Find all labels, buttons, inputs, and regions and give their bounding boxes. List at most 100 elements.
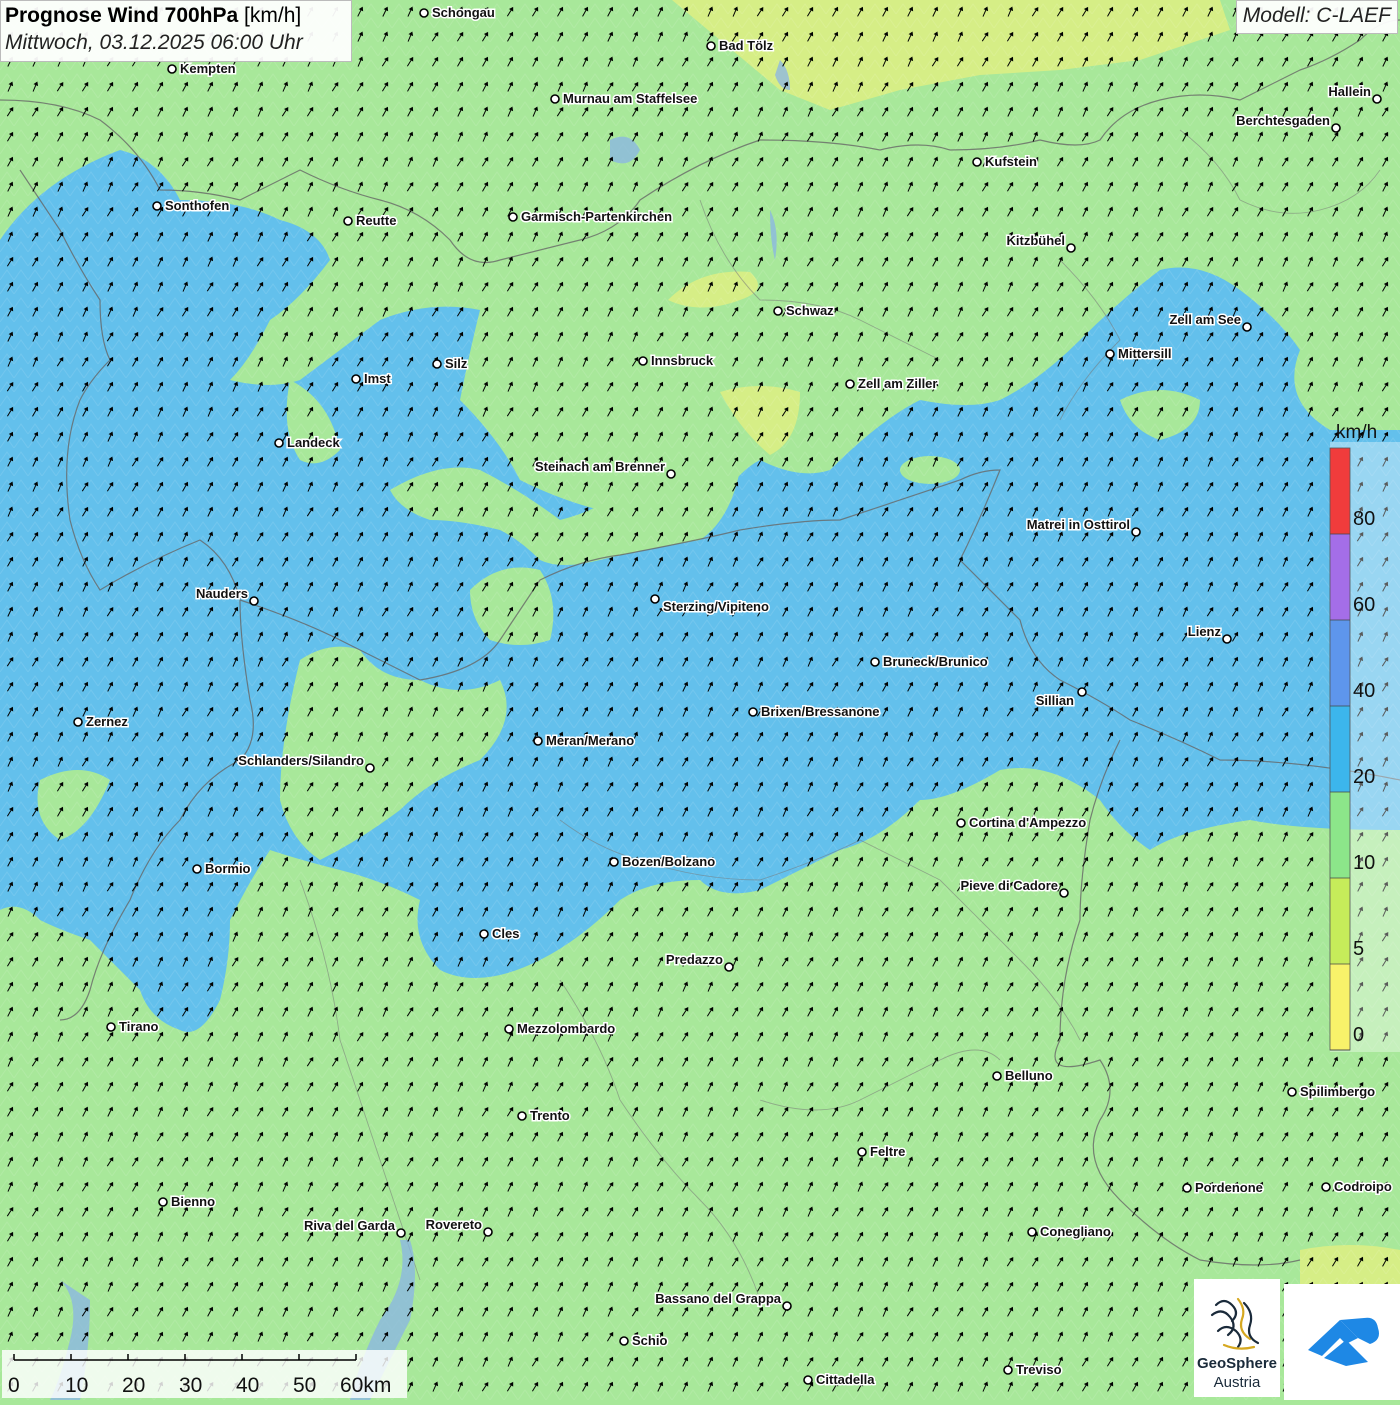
city-label: Zernez	[86, 714, 128, 729]
cloud-arrow-icon	[1284, 1284, 1400, 1400]
legend-color-segment	[1330, 706, 1350, 792]
city-label: Sonthofen	[165, 198, 229, 213]
city-dot	[667, 470, 675, 478]
city-label: Bad Tölz	[719, 38, 774, 53]
city-dot	[973, 158, 981, 166]
city-label: Feltre	[870, 1144, 905, 1159]
city-label: Zell am Ziller	[858, 376, 937, 391]
city-dot	[858, 1148, 866, 1156]
city-dot	[610, 858, 618, 866]
city-dot	[420, 9, 428, 17]
city-dot	[1332, 124, 1340, 132]
city-dot	[433, 360, 441, 368]
city-dot	[993, 1072, 1001, 1080]
legend-tick-label: 20	[1353, 766, 1375, 788]
city-marker: Schongau	[420, 5, 495, 20]
city-label: Kitzbühel	[1007, 233, 1066, 248]
city-marker: Sonthofen	[153, 198, 229, 213]
city-label: Zell am See	[1169, 312, 1241, 327]
legend-color-segment	[1330, 534, 1350, 620]
city-dot	[551, 95, 559, 103]
city-label: Hallein	[1328, 84, 1371, 99]
legend-color-segment	[1330, 792, 1350, 878]
city-dot	[725, 963, 733, 971]
city-marker: Garmisch-Partenkirchen	[509, 209, 672, 224]
city-label: Bassano del Grappa	[655, 1291, 781, 1306]
scale-bar-label: 40	[236, 1374, 259, 1397]
city-dot	[250, 597, 258, 605]
city-label: Schlanders/Silandro	[238, 753, 364, 768]
geosphere-logo: GeoSphere Austria	[1194, 1279, 1280, 1397]
map-title-unit: [km/h]	[244, 4, 301, 27]
city-dot	[344, 217, 352, 225]
city-dot	[484, 1228, 492, 1236]
legend-tick-label: 40	[1353, 680, 1375, 702]
scale-bar-label: 10	[65, 1374, 88, 1397]
city-dot	[707, 42, 715, 50]
scale-bar-label: 30	[179, 1374, 202, 1397]
city-dot	[153, 202, 161, 210]
legend-colorbar: 806040201050	[1316, 422, 1388, 1054]
map-title-main: Prognose Wind 700hPa	[5, 4, 238, 27]
city-dot	[749, 708, 757, 716]
geosphere-country: Austria	[1194, 1374, 1280, 1391]
city-label: Trento	[530, 1108, 570, 1123]
city-dot	[168, 65, 176, 73]
scale-bar-label: 20	[122, 1374, 145, 1397]
geosphere-name: GeoSphere	[1194, 1355, 1280, 1372]
city-label: Steinach am Brenner	[535, 459, 665, 474]
city-label: Reutte	[356, 213, 396, 228]
city-dot	[193, 865, 201, 873]
city-dot	[397, 1229, 405, 1237]
city-dot	[1028, 1228, 1036, 1236]
city-dot	[366, 764, 374, 772]
city-marker: Zell am Ziller	[846, 376, 937, 391]
city-marker: Innsbruck	[639, 353, 714, 368]
city-label: Cittadella	[816, 1372, 875, 1387]
city-dot	[1067, 244, 1075, 252]
legend-tick-label: 0	[1353, 1024, 1364, 1046]
city-label: Imst	[364, 371, 391, 386]
city-marker: Mezzolombardo	[505, 1021, 615, 1036]
city-label: Conegliano	[1040, 1224, 1111, 1239]
city-dot	[639, 357, 647, 365]
city-label: Kempten	[180, 61, 236, 76]
title-box: Prognose Wind 700hPa [km/h] Mittwoch, 03…	[0, 0, 352, 62]
city-dot	[871, 658, 879, 666]
city-label: Silz	[445, 356, 468, 371]
city-dot	[518, 1112, 526, 1120]
city-label: Sterzing/Vipiteno	[663, 599, 769, 614]
legend-tick-label: 5	[1353, 938, 1364, 960]
city-label: Tirano	[119, 1019, 159, 1034]
city-dot	[534, 737, 542, 745]
city-label: Schongau	[432, 5, 495, 20]
city-dot	[107, 1023, 115, 1031]
city-marker: Bozen/Bolzano	[610, 854, 715, 869]
city-marker: Brixen/Bressanone	[749, 704, 880, 719]
city-dot	[509, 213, 517, 221]
city-dot	[159, 1198, 167, 1206]
city-label: Rovereto	[426, 1217, 482, 1232]
city-marker: Conegliano	[1028, 1224, 1111, 1239]
model-label: Modell: C-LAEF	[1236, 0, 1398, 34]
scale-bar-label: 60km	[340, 1374, 391, 1397]
city-label: Kufstein	[985, 154, 1037, 169]
city-dot	[505, 1025, 513, 1033]
city-dot	[1106, 350, 1114, 358]
city-marker: Bruneck/Brunico	[871, 654, 988, 669]
map-title: Prognose Wind 700hPa [km/h]	[5, 4, 347, 28]
scale-bar-label: 0	[8, 1374, 20, 1397]
legend-color-segment	[1330, 878, 1350, 964]
city-label: Treviso	[1016, 1362, 1062, 1377]
city-dot	[1132, 528, 1140, 536]
forecast-time: Mittwoch, 03.12.2025 06:00 Uhr	[5, 31, 347, 55]
city-label: Cles	[492, 926, 519, 941]
city-dot	[783, 1302, 791, 1310]
legend-color-segment	[1330, 620, 1350, 706]
city-label: Landeck	[287, 435, 341, 450]
city-label: Pieve di Cadore	[960, 878, 1058, 893]
color-legend: km/h 806040201050	[1316, 422, 1388, 1054]
city-label: Bormio	[205, 861, 251, 876]
city-label: Spilimbergo	[1300, 1084, 1375, 1099]
city-marker: Spilimbergo	[1288, 1084, 1375, 1099]
